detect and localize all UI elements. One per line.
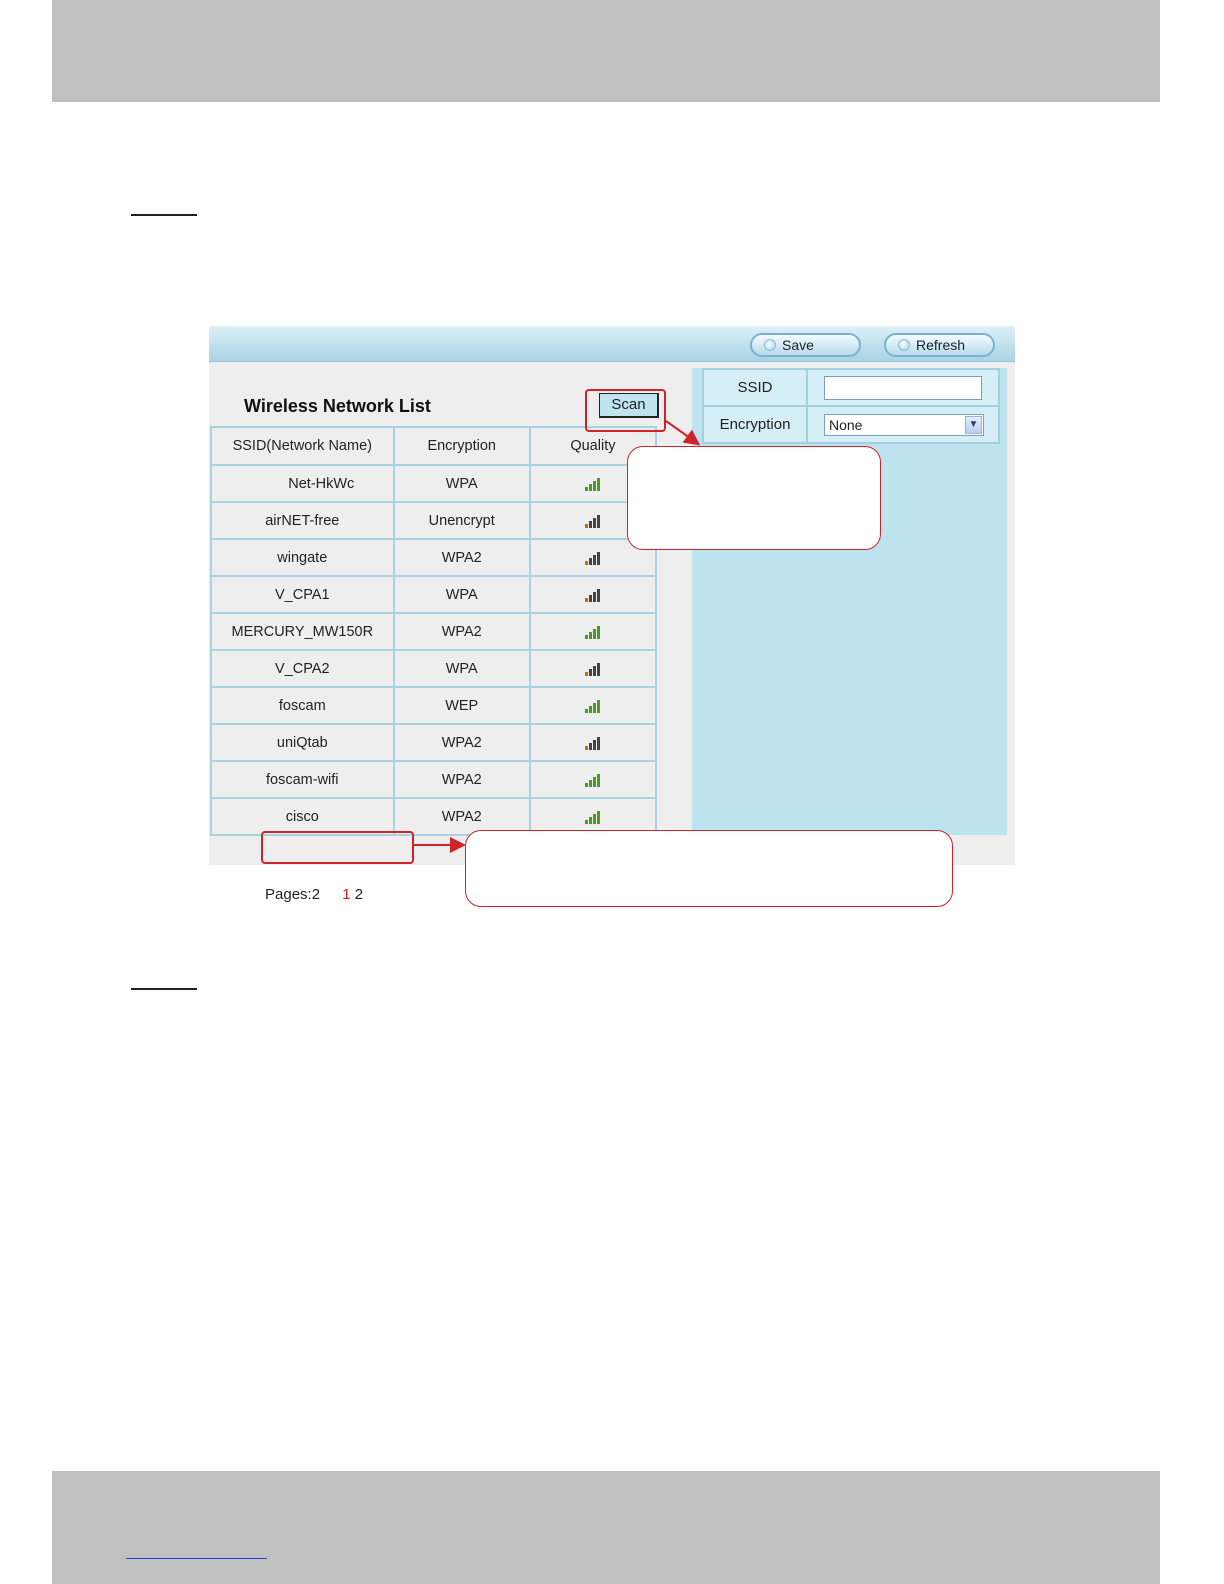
footer-link-underline (126, 1558, 267, 1559)
annotation-arrows (414, 420, 701, 853)
page-footer-bar (52, 1471, 1160, 1584)
scan-arrow (665, 420, 701, 446)
step-rule (131, 988, 197, 990)
